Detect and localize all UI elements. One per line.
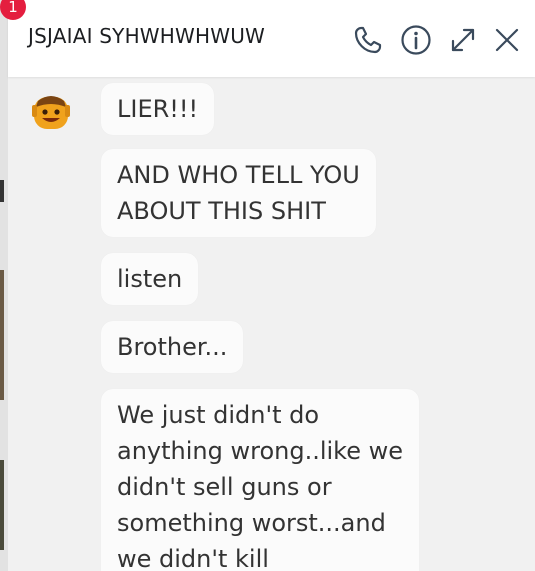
phone-icon (354, 26, 382, 54)
message-bubble[interactable]: AND WHO TELL YOU ABOUT THIS SHIT (101, 149, 376, 237)
message-bubble[interactable]: We just didn't do anything wrong..like w… (101, 389, 420, 571)
chat-header: 1 JSJAIAI SYHWHWHWUW (0, 0, 535, 77)
message-bubble[interactable]: Brother... (101, 321, 244, 373)
background-window-edge (0, 0, 8, 571)
expand-icon (451, 28, 475, 52)
background-fragment (0, 270, 4, 400)
info-icon (401, 25, 431, 55)
close-icon (495, 28, 519, 52)
expand-chat-button[interactable] (447, 24, 479, 56)
conversation-info-button[interactable] (400, 24, 432, 56)
unread-count-badge: 1 (0, 0, 26, 20)
message-list[interactable]: LIER!!! AND WHO TELL YOU ABOUT THIS SHIT… (8, 77, 535, 571)
sender-avatar-sticker[interactable] (30, 91, 72, 133)
background-fragment (0, 180, 4, 202)
close-chat-button[interactable] (491, 24, 523, 56)
message-bubble[interactable]: LIER!!! (101, 83, 215, 135)
background-fragment (0, 460, 4, 550)
contact-name[interactable]: JSJAIAI SYHWHWHWUW (28, 24, 265, 48)
message-bubble[interactable]: listen (101, 253, 199, 305)
voice-call-button[interactable] (352, 24, 384, 56)
